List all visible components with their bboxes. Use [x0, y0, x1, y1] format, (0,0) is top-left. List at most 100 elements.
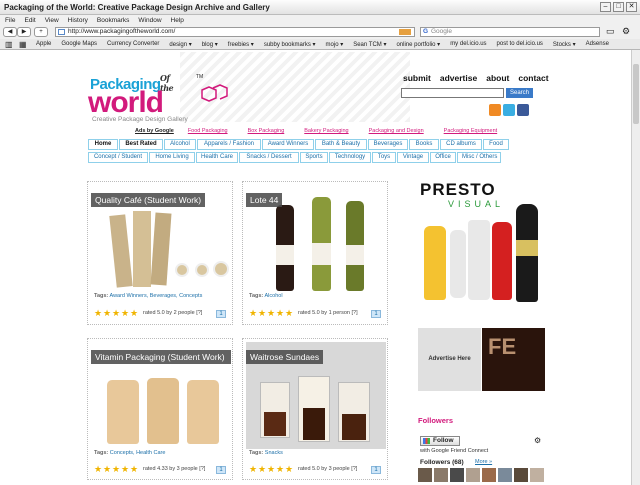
- bookmark-item[interactable]: freebies ▾: [228, 41, 254, 48]
- tab-concept-student[interactable]: Concept / Student: [88, 152, 148, 163]
- comment-count[interactable]: 1: [216, 466, 226, 474]
- post-title[interactable]: Quality Café (Student Work): [91, 193, 206, 207]
- post-card[interactable]: Waitrose Sundaes Tags: Snacks ★ ★ ★ ★ ★ rate…: [242, 338, 388, 480]
- post-image[interactable]: Vitamin Packaging (Student Work): [91, 342, 231, 449]
- bookmark-item[interactable]: my del.icio.us: [450, 41, 486, 47]
- tab-cd-albums[interactable]: CD albums: [440, 139, 482, 150]
- post-rating[interactable]: ★ ★ ★ ★ ★ rated 4.33 by 3 people [?]: [94, 465, 205, 474]
- comment-count[interactable]: 1: [371, 310, 381, 318]
- post-image[interactable]: Lote 44: [246, 185, 386, 292]
- menu-file[interactable]: File: [5, 17, 15, 24]
- ad-link[interactable]: Bakery Packaging: [304, 128, 348, 134]
- gear-icon[interactable]: ⚙: [622, 26, 630, 37]
- followers-more-link[interactable]: More »: [475, 459, 492, 465]
- avatar[interactable]: [498, 468, 512, 482]
- nav-contact[interactable]: contact: [518, 73, 548, 83]
- post-title[interactable]: Waitrose Sundaes: [246, 350, 324, 364]
- post-card[interactable]: Lote 44 Tags: Alcohol ★ ★ ★ ★ ★ rated 5.0 by…: [242, 181, 388, 325]
- avatar[interactable]: [466, 468, 480, 482]
- tab-books[interactable]: Books: [409, 139, 439, 150]
- scrollbar[interactable]: [631, 50, 640, 485]
- site-search-button[interactable]: Search: [506, 88, 533, 98]
- close-icon[interactable]: ✕: [626, 2, 637, 12]
- settings-icon[interactable]: ⚙: [534, 436, 541, 445]
- bookmark-item[interactable]: Sean TCM ▾: [353, 41, 386, 48]
- grid-icon[interactable]: ▦: [19, 40, 27, 49]
- bookmark-item[interactable]: subby bookmarks ▾: [264, 41, 316, 48]
- book-icon[interactable]: ▥: [5, 40, 13, 49]
- avatar[interactable]: [450, 468, 464, 482]
- bookmark-item[interactable]: Apple: [36, 41, 51, 47]
- nav-about[interactable]: about: [486, 73, 509, 83]
- maximize-icon[interactable]: □: [613, 2, 624, 12]
- url-input[interactable]: http://www.packagingoftheworld.com/: [55, 27, 415, 37]
- browser-search-input[interactable]: G Google: [420, 27, 600, 37]
- tab-home-living[interactable]: Home Living: [149, 152, 195, 163]
- tab-vintage[interactable]: Vintage: [397, 152, 429, 163]
- nav-submit[interactable]: submit: [403, 73, 431, 83]
- bookmark-item[interactable]: post to del.icio.us: [497, 41, 543, 47]
- menu-history[interactable]: History: [68, 17, 88, 24]
- post-rating[interactable]: ★ ★ ★ ★ ★ rated 5.0 by 3 people [?]: [249, 465, 357, 474]
- avatar[interactable]: [418, 468, 432, 482]
- bookmark-item[interactable]: design ▾: [169, 41, 191, 48]
- ads-by-google[interactable]: Ads by Google: [135, 128, 174, 134]
- tab-snacks-dessert[interactable]: Snacks / Dessert: [239, 152, 299, 163]
- minimize-icon[interactable]: –: [600, 2, 611, 12]
- tab-apparels[interactable]: Apparels / Fashion: [197, 139, 261, 150]
- site-search-input[interactable]: [401, 88, 504, 98]
- tab-beverages[interactable]: Beverages: [368, 139, 408, 150]
- fe-ad[interactable]: FE: [482, 328, 545, 391]
- site-logo[interactable]: Packaging Of the world TM Creative Packag…: [88, 68, 248, 128]
- tab-health-care[interactable]: Health Care: [196, 152, 238, 163]
- scroll-thumb[interactable]: [633, 64, 639, 124]
- tab-office[interactable]: Office: [430, 152, 456, 163]
- post-rating[interactable]: ★ ★ ★ ★ ★ rated 5.0 by 1 person [?]: [249, 309, 358, 318]
- menu-bookmarks[interactable]: Bookmarks: [97, 17, 130, 24]
- facebook-icon[interactable]: [517, 104, 529, 116]
- menu-edit[interactable]: Edit: [24, 17, 35, 24]
- avatar[interactable]: [434, 468, 448, 482]
- avatar[interactable]: [514, 468, 528, 482]
- page-icon[interactable]: ▭: [606, 26, 615, 37]
- menu-help[interactable]: Help: [171, 17, 184, 24]
- rss-feed-icon[interactable]: [399, 29, 411, 35]
- post-rating[interactable]: ★ ★ ★ ★ ★ rated 5.0 by 2 people [?]: [94, 309, 202, 318]
- ad-link[interactable]: Box Packaging: [248, 128, 285, 134]
- add-tab-icon[interactable]: +: [34, 27, 48, 37]
- back-icon[interactable]: ◀: [3, 27, 17, 37]
- post-image[interactable]: Waitrose Sundaes: [246, 342, 386, 449]
- avatar[interactable]: [530, 468, 544, 482]
- post-image[interactable]: Quality Café (Student Work): [91, 185, 231, 292]
- tab-toys[interactable]: Toys: [372, 152, 396, 163]
- ad-link[interactable]: Packaging and Design: [369, 128, 424, 134]
- post-card[interactable]: Vitamin Packaging (Student Work) Tags: C…: [87, 338, 233, 480]
- tab-sports[interactable]: Sports: [300, 152, 328, 163]
- follow-button[interactable]: Follow: [420, 436, 460, 446]
- tab-misc-others[interactable]: Misc / Others: [457, 152, 501, 163]
- tab-alcohol[interactable]: Alcohol: [164, 139, 196, 150]
- comment-count[interactable]: 1: [216, 310, 226, 318]
- menu-view[interactable]: View: [45, 17, 59, 24]
- bookmark-item[interactable]: Google Maps: [61, 41, 97, 47]
- post-title[interactable]: Vitamin Packaging (Student Work): [91, 350, 231, 364]
- ad-link[interactable]: Food Packaging: [188, 128, 228, 134]
- post-card[interactable]: Quality Café (Student Work) Tags: Award …: [87, 181, 233, 325]
- tab-best-rated[interactable]: Best Rated: [119, 139, 163, 150]
- tab-home[interactable]: Home: [88, 139, 118, 150]
- menu-window[interactable]: Window: [138, 17, 161, 24]
- tab-technology[interactable]: Technology: [329, 152, 371, 163]
- post-title[interactable]: Lote 44: [246, 193, 283, 207]
- bookmark-item[interactable]: Adsense: [586, 41, 609, 47]
- comment-count[interactable]: 1: [371, 466, 381, 474]
- avatar[interactable]: [482, 468, 496, 482]
- rss-icon[interactable]: [489, 104, 501, 116]
- forward-icon[interactable]: ▶: [17, 27, 31, 37]
- bookmark-item[interactable]: mojo ▾: [326, 41, 344, 48]
- bookmark-item[interactable]: Stocks ▾: [553, 41, 576, 48]
- ad-link[interactable]: Packaging Equipment: [444, 128, 498, 134]
- tab-award-winners[interactable]: Award Winners: [262, 139, 314, 150]
- bookmark-item[interactable]: Currency Converter: [107, 41, 159, 47]
- bookmark-item[interactable]: blog ▾: [202, 41, 218, 48]
- nav-advertise[interactable]: advertise: [440, 73, 477, 83]
